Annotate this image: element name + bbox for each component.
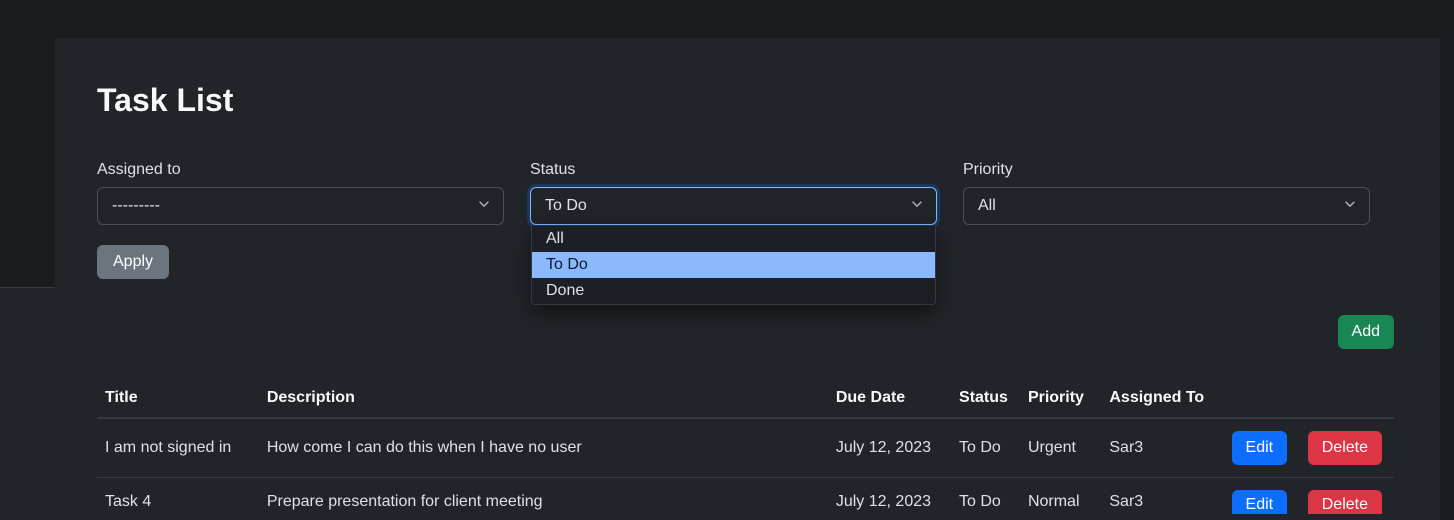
add-button[interactable]: Add: [1338, 315, 1394, 349]
filter-status-label: Status: [530, 161, 937, 179]
status-select-value: To Do: [545, 197, 587, 215]
filters-row: Assigned to --------- Status To Do Al: [97, 161, 1394, 225]
top-bar: [0, 0, 1454, 38]
col-title: Title: [97, 379, 259, 418]
cell-priority: Normal: [1020, 478, 1101, 517]
task-table: Title Description Due Date Status Priori…: [97, 379, 1394, 516]
cell-status: To Do: [951, 418, 1020, 478]
status-option-all[interactable]: All: [532, 226, 935, 252]
table-header-row: Title Description Due Date Status Priori…: [97, 379, 1394, 418]
status-select[interactable]: To Do All To Do Done: [530, 187, 937, 225]
cell-description: Prepare presentation for client meeting: [259, 478, 828, 517]
chevron-down-icon: [910, 197, 924, 216]
delete-button[interactable]: Delete: [1308, 431, 1382, 465]
page-title: Task List: [97, 82, 1394, 119]
col-delete: [1300, 379, 1394, 418]
scrollbar-track[interactable]: [1440, 38, 1454, 520]
filter-priority: Priority All: [963, 161, 1370, 225]
filter-assigned: Assigned to ---------: [97, 161, 504, 225]
cell-due-date: July 12, 2023: [828, 418, 951, 478]
table-row: Task 4 Prepare presentation for client m…: [97, 478, 1394, 517]
cell-title: I am not signed in: [97, 418, 259, 478]
col-description: Description: [259, 379, 828, 418]
status-dropdown: All To Do Done: [531, 226, 936, 305]
priority-select[interactable]: All: [963, 187, 1370, 225]
cell-assigned: Sar3: [1101, 418, 1223, 478]
cell-status: To Do: [951, 478, 1020, 517]
edit-button[interactable]: Edit: [1232, 431, 1288, 465]
assigned-select-value: ---------: [112, 197, 160, 215]
apply-button[interactable]: Apply: [97, 245, 169, 279]
sidebar: [0, 38, 55, 288]
cell-assigned: Sar3: [1101, 478, 1223, 517]
cell-due-date: July 12, 2023: [828, 478, 951, 517]
filter-status: Status To Do All To Do Done: [530, 161, 937, 225]
col-edit: [1224, 379, 1300, 418]
cell-title: Task 4: [97, 478, 259, 517]
col-priority: Priority: [1020, 379, 1101, 418]
chevron-down-icon: [477, 197, 491, 216]
chevron-down-icon: [1343, 197, 1357, 216]
filter-priority-label: Priority: [963, 161, 1370, 179]
delete-button[interactable]: Delete: [1308, 490, 1382, 514]
cell-priority: Urgent: [1020, 418, 1101, 478]
priority-select-value: All: [978, 197, 996, 215]
status-option-todo[interactable]: To Do: [532, 252, 935, 278]
filter-assigned-label: Assigned to: [97, 161, 504, 179]
assigned-select[interactable]: ---------: [97, 187, 504, 225]
edit-button[interactable]: Edit: [1232, 490, 1288, 514]
status-option-done[interactable]: Done: [532, 278, 935, 304]
main-content: Task List Assigned to --------- Status T…: [55, 38, 1454, 520]
table-row: I am not signed in How come I can do thi…: [97, 418, 1394, 478]
col-assigned-to: Assigned To: [1101, 379, 1223, 418]
cell-description: How come I can do this when I have no us…: [259, 418, 828, 478]
col-status: Status: [951, 379, 1020, 418]
col-due-date: Due Date: [828, 379, 951, 418]
